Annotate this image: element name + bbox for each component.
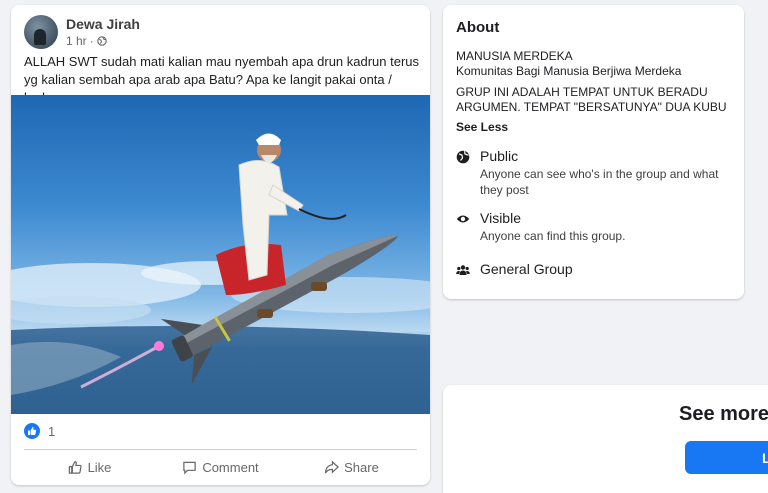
visible-label: Visible (480, 210, 521, 226)
desc-line-1: MANUSIA MERDEKA (456, 49, 573, 63)
see-more-title: See more (679, 403, 768, 425)
desc-line-2: Komunitas Bagi Manusia Berjiwa Merdeka (456, 64, 682, 78)
author-name[interactable]: Dewa Jirah (66, 16, 140, 32)
comment-label: Comment (202, 459, 259, 475)
share-label: Share (344, 459, 379, 475)
actions-divider (24, 449, 417, 450)
visible-description: Anyone can find this group. (480, 229, 626, 243)
reaction-summary[interactable]: 1 (24, 423, 55, 439)
see-less-link[interactable]: See Less (456, 120, 508, 134)
thumbs-up-icon (68, 460, 82, 474)
post-card: Dewa Jirah 1 hr · ALLAH SWT sudah mati k… (11, 5, 430, 485)
share-button[interactable]: Share (286, 454, 417, 480)
login-button[interactable]: L (685, 441, 768, 474)
globe-icon (96, 36, 107, 46)
comment-button[interactable]: Comment (155, 454, 286, 480)
globe-icon (456, 150, 470, 164)
like-button[interactable]: Like (24, 454, 155, 480)
group-type: General Group (456, 261, 740, 277)
general-group-label: General Group (480, 261, 573, 277)
like-label: Like (87, 459, 112, 475)
see-more-card: See more L (443, 385, 768, 493)
post-meta: 1 hr · (66, 34, 107, 48)
missile-rider-illustration (11, 133, 430, 414)
post-time[interactable]: 1 hr (66, 34, 87, 48)
like-reaction-icon (24, 423, 40, 439)
author-avatar[interactable] (24, 15, 58, 49)
desc-line-3: GRUP INI ADALAH TEMPAT UNTUK BERADU ARGU… (456, 85, 727, 114)
post-actions: Like Comment Share (24, 454, 417, 480)
group-people-icon (456, 265, 470, 275)
privacy-public: Public Anyone can see who's in the group… (456, 148, 740, 198)
comment-icon (183, 461, 197, 474)
about-title: About (456, 19, 500, 36)
public-label: Public (480, 148, 519, 164)
about-card: About MANUSIA MERDEKA Komunitas Bagi Man… (443, 5, 744, 299)
like-count: 1 (48, 423, 56, 439)
visibility-visible: Visible Anyone can find this group. (456, 210, 740, 244)
share-icon (324, 459, 340, 474)
public-description: Anyone can see who's in the group and wh… (480, 167, 719, 197)
about-description: MANUSIA MERDEKA Komunitas Bagi Manusia B… (456, 49, 736, 115)
eye-icon (456, 215, 470, 223)
post-photo[interactable] (11, 95, 430, 414)
